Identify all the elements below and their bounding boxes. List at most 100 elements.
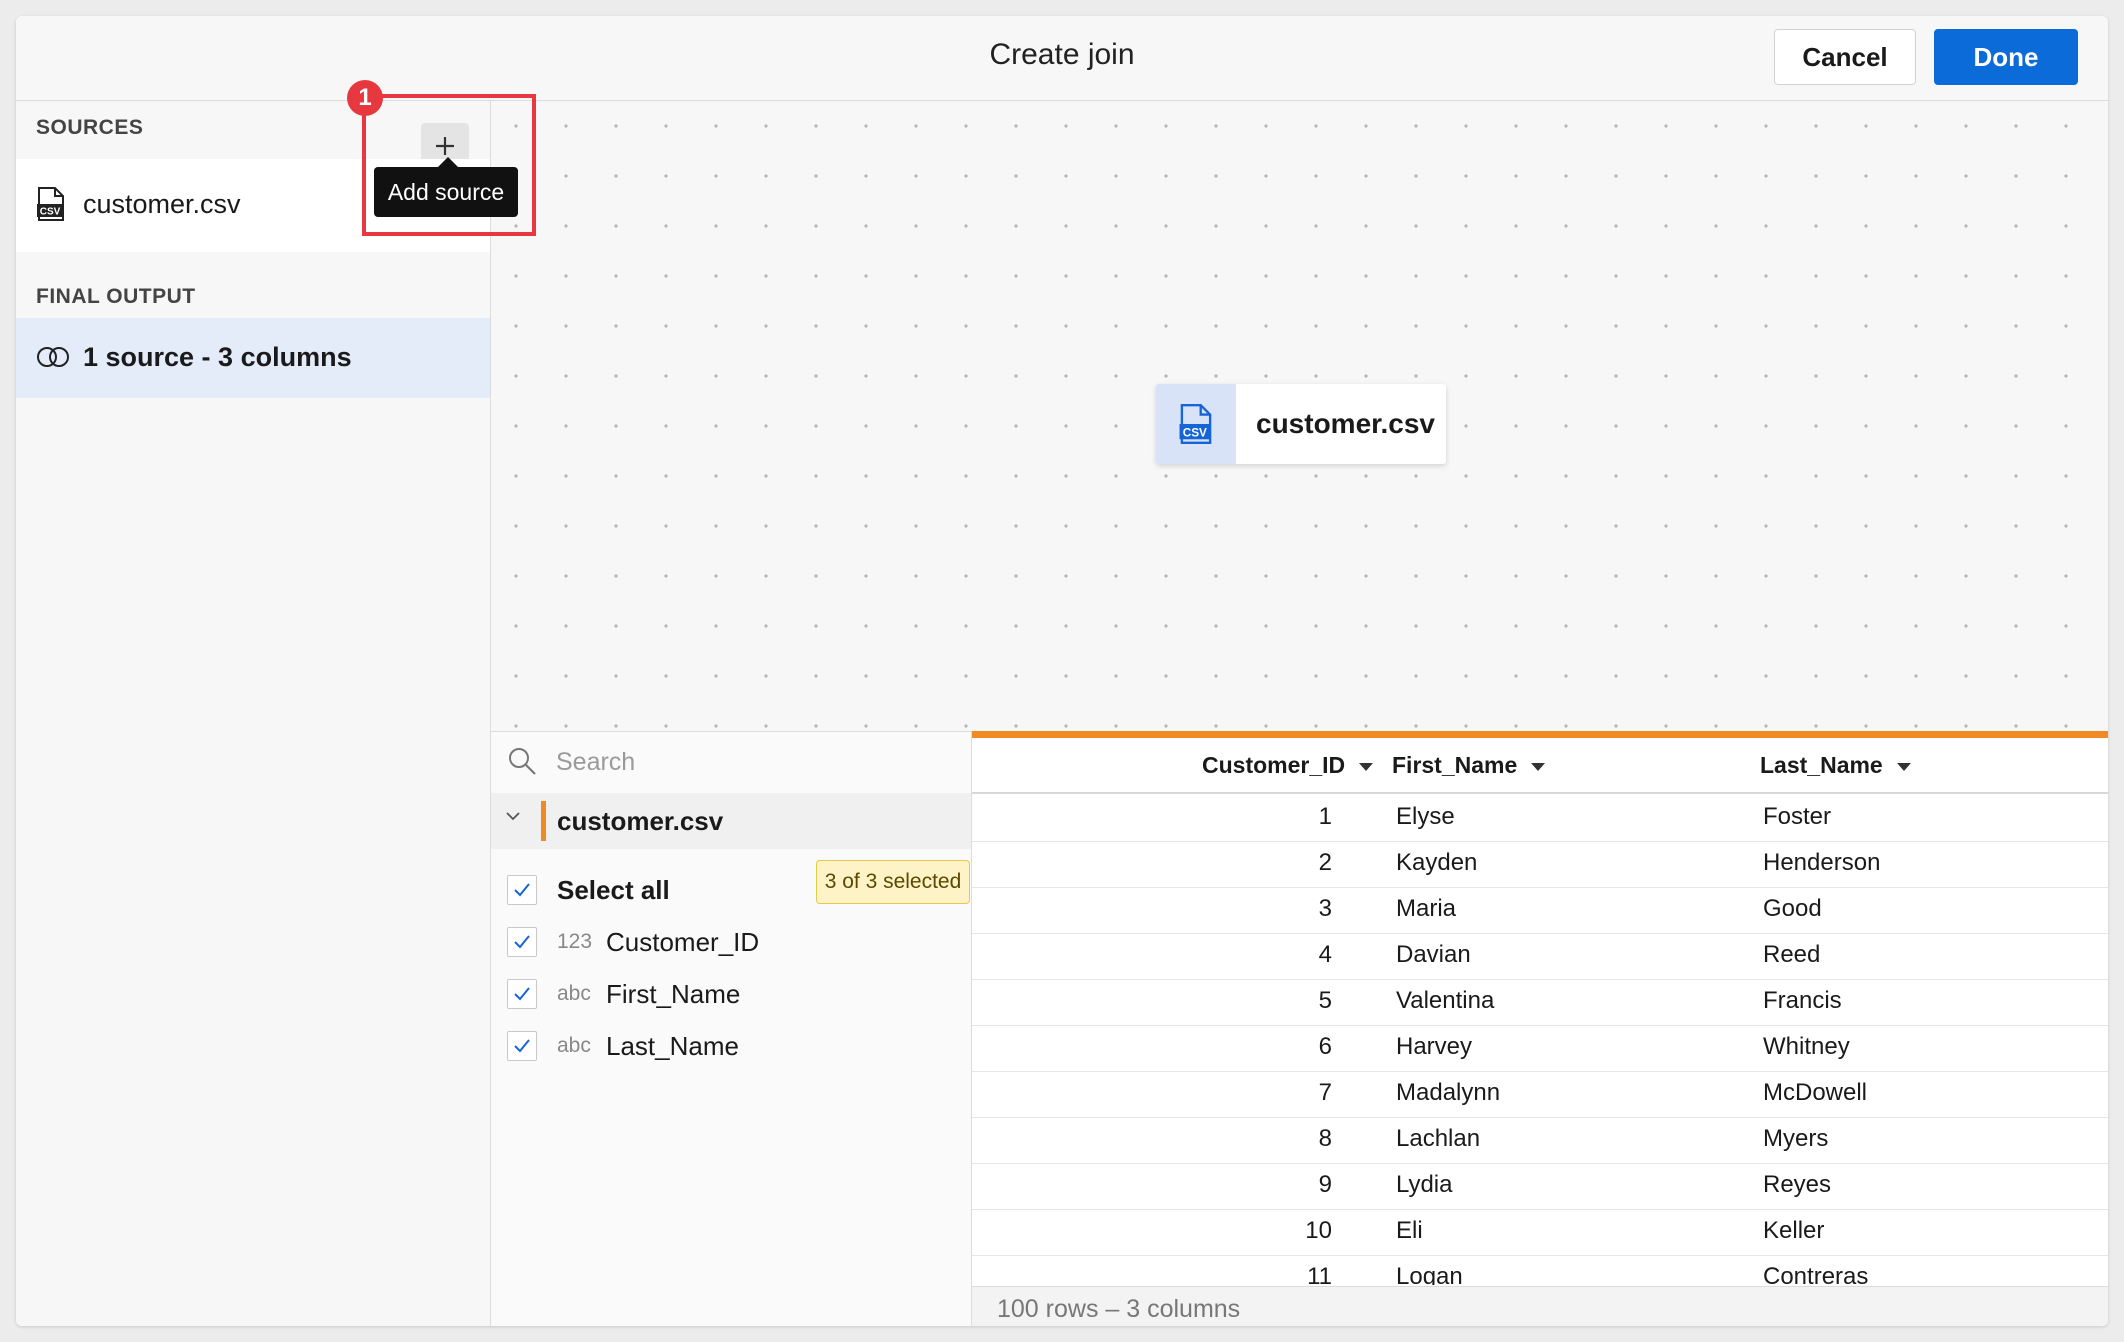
column-header-last-name[interactable]: Last_Name: [1760, 752, 1911, 779]
csv-file-icon: CSV: [36, 187, 66, 226]
cell-customer-id: 5: [1318, 987, 1332, 1014]
cell-last-name: Myers: [1763, 1125, 1829, 1152]
search-icon: [507, 746, 537, 781]
cell-last-name: McDowell: [1763, 1079, 1868, 1106]
cell-first-name: Lachlan: [1396, 1125, 1481, 1152]
chevron-down-icon[interactable]: [505, 807, 521, 830]
cell-last-name: Reed: [1763, 941, 1821, 968]
select-all-checkbox[interactable]: [507, 875, 537, 905]
table-header: Customer_ID First_Name Last_Name: [972, 738, 2108, 794]
table-row: 8 Lachlan Myers: [972, 1117, 2108, 1164]
annotation-step-badge: 1: [347, 80, 383, 116]
column-search[interactable]: Search: [491, 732, 971, 792]
table-row: 1 Elyse Foster: [972, 795, 2108, 842]
final-output-label: 1 source - 3 columns: [83, 342, 352, 372]
cancel-button[interactable]: Cancel: [1774, 29, 1916, 85]
canvas-source-node[interactable]: CSV customer.csv: [1156, 384, 1446, 464]
cell-first-name: Logan: [1396, 1263, 1463, 1285]
join-icon: [36, 346, 70, 373]
cell-first-name: Elyse: [1396, 803, 1455, 830]
cell-first-name: Kayden: [1396, 849, 1478, 876]
table-row: 9 Lydia Reyes: [972, 1163, 2108, 1210]
column-name: Last_Name: [606, 1031, 739, 1061]
final-output-item[interactable]: 1 source - 3 columns: [16, 318, 490, 398]
checkmark-icon: [514, 935, 530, 949]
join-canvas[interactable]: CSV customer.csv: [491, 101, 2108, 731]
table-row: 2 Kayden Henderson: [972, 841, 2108, 888]
caret-down-icon[interactable]: [1531, 762, 1546, 771]
table-row: 7 Madalynn McDowell: [972, 1071, 2108, 1118]
columns-panel: Search customer.csv Select all 3 of 3 se…: [491, 731, 972, 1326]
cell-first-name: Valentina: [1396, 987, 1495, 1014]
cell-first-name: Maria: [1396, 895, 1457, 922]
canvas-node-label: customer.csv: [1256, 408, 1435, 439]
table-footer: 100 rows – 3 columns: [972, 1286, 2108, 1326]
cell-customer-id: 1: [1318, 803, 1332, 830]
cell-last-name: Contreras: [1763, 1263, 1869, 1285]
cell-last-name: Francis: [1763, 987, 1842, 1014]
column-name: First_Name: [606, 979, 741, 1009]
cell-last-name: Keller: [1763, 1217, 1825, 1244]
table-accent-bar: [972, 731, 2108, 738]
csv-file-icon: CSV: [1156, 384, 1236, 464]
table-body: 1 Elyse Foster 2 Kayden Henderson 3 Maria Good 4 D…: [972, 795, 2108, 1285]
svg-text:CSV: CSV: [40, 207, 61, 218]
cell-customer-id: 9: [1318, 1171, 1332, 1198]
selected-count-badge: 3 of 3 selected: [816, 860, 970, 904]
add-source-tooltip: Add source: [374, 157, 518, 217]
source-name: customer.csv: [83, 189, 241, 219]
cell-customer-id: 8: [1318, 1125, 1332, 1152]
column-group-label: customer.csv: [557, 806, 724, 836]
table-row: 11 Logan Contreras: [972, 1255, 2108, 1285]
cell-customer-id: 11: [1307, 1263, 1332, 1285]
table-row: 5 Valentina Francis: [972, 979, 2108, 1026]
table-row: 3 Maria Good: [972, 887, 2108, 934]
cell-customer-id: 10: [1305, 1217, 1332, 1244]
cell-last-name: Whitney: [1763, 1033, 1850, 1060]
column-header-customer-id[interactable]: Customer_ID: [1202, 752, 1374, 779]
cell-first-name: Madalynn: [1396, 1079, 1501, 1106]
cell-last-name: Reyes: [1763, 1171, 1832, 1198]
sources-sidebar: SOURCES CSV customer.csv FINAL OUTPUT 1 …: [16, 101, 491, 1326]
column-item[interactable]: abc Last_Name: [491, 1021, 971, 1071]
cell-customer-id: 4: [1318, 941, 1332, 968]
column-name: Customer_ID: [606, 927, 760, 957]
column-checkbox[interactable]: [507, 1031, 537, 1061]
table-row: 10 Eli Keller: [972, 1209, 2108, 1256]
column-checkbox[interactable]: [507, 979, 537, 1009]
svg-text:CSV: CSV: [1183, 426, 1207, 439]
column-type: 123: [557, 930, 593, 953]
done-button[interactable]: Done: [1934, 29, 2078, 85]
cell-first-name: Davian: [1396, 941, 1471, 968]
cell-first-name: Harvey: [1396, 1033, 1473, 1060]
cell-customer-id: 2: [1318, 849, 1332, 876]
column-type: abc: [557, 1034, 591, 1057]
caret-down-icon[interactable]: [1896, 762, 1911, 771]
create-join-dialog: Create join Cancel Done SOURCES CSV cust…: [16, 16, 2108, 1326]
cell-first-name: Eli: [1396, 1217, 1423, 1244]
column-item[interactable]: 123 Customer_ID: [491, 917, 971, 967]
caret-down-icon[interactable]: [1359, 762, 1374, 771]
column-item[interactable]: abc First_Name: [491, 969, 971, 1019]
cell-last-name: Good: [1763, 895, 1822, 922]
data-preview-table: Customer_ID First_Name Last_Name 1 Elyse F…: [972, 731, 2108, 1326]
dialog-header: Create join Cancel Done: [16, 16, 2108, 101]
cell-customer-id: 3: [1318, 895, 1332, 922]
column-type: abc: [557, 982, 591, 1005]
cell-last-name: Foster: [1763, 803, 1832, 830]
sources-heading: SOURCES: [36, 116, 144, 139]
column-checkbox[interactable]: [507, 927, 537, 957]
column-group-header[interactable]: customer.csv: [491, 793, 971, 849]
final-output-heading: FINAL OUTPUT: [36, 285, 196, 308]
cell-first-name: Lydia: [1396, 1171, 1453, 1198]
select-all-label: Select all: [557, 875, 670, 905]
row-count-label: 100 rows – 3 columns: [997, 1295, 1241, 1323]
checkmark-icon: [514, 987, 530, 1001]
cell-last-name: Henderson: [1763, 849, 1881, 876]
checkmark-icon: [514, 883, 530, 897]
search-input[interactable]: Search: [556, 748, 635, 777]
table-row: 6 Harvey Whitney: [972, 1025, 2108, 1072]
group-color-bar: [541, 801, 546, 841]
table-row: 4 Davian Reed: [972, 933, 2108, 980]
column-header-first-name[interactable]: First_Name: [1392, 752, 1546, 779]
